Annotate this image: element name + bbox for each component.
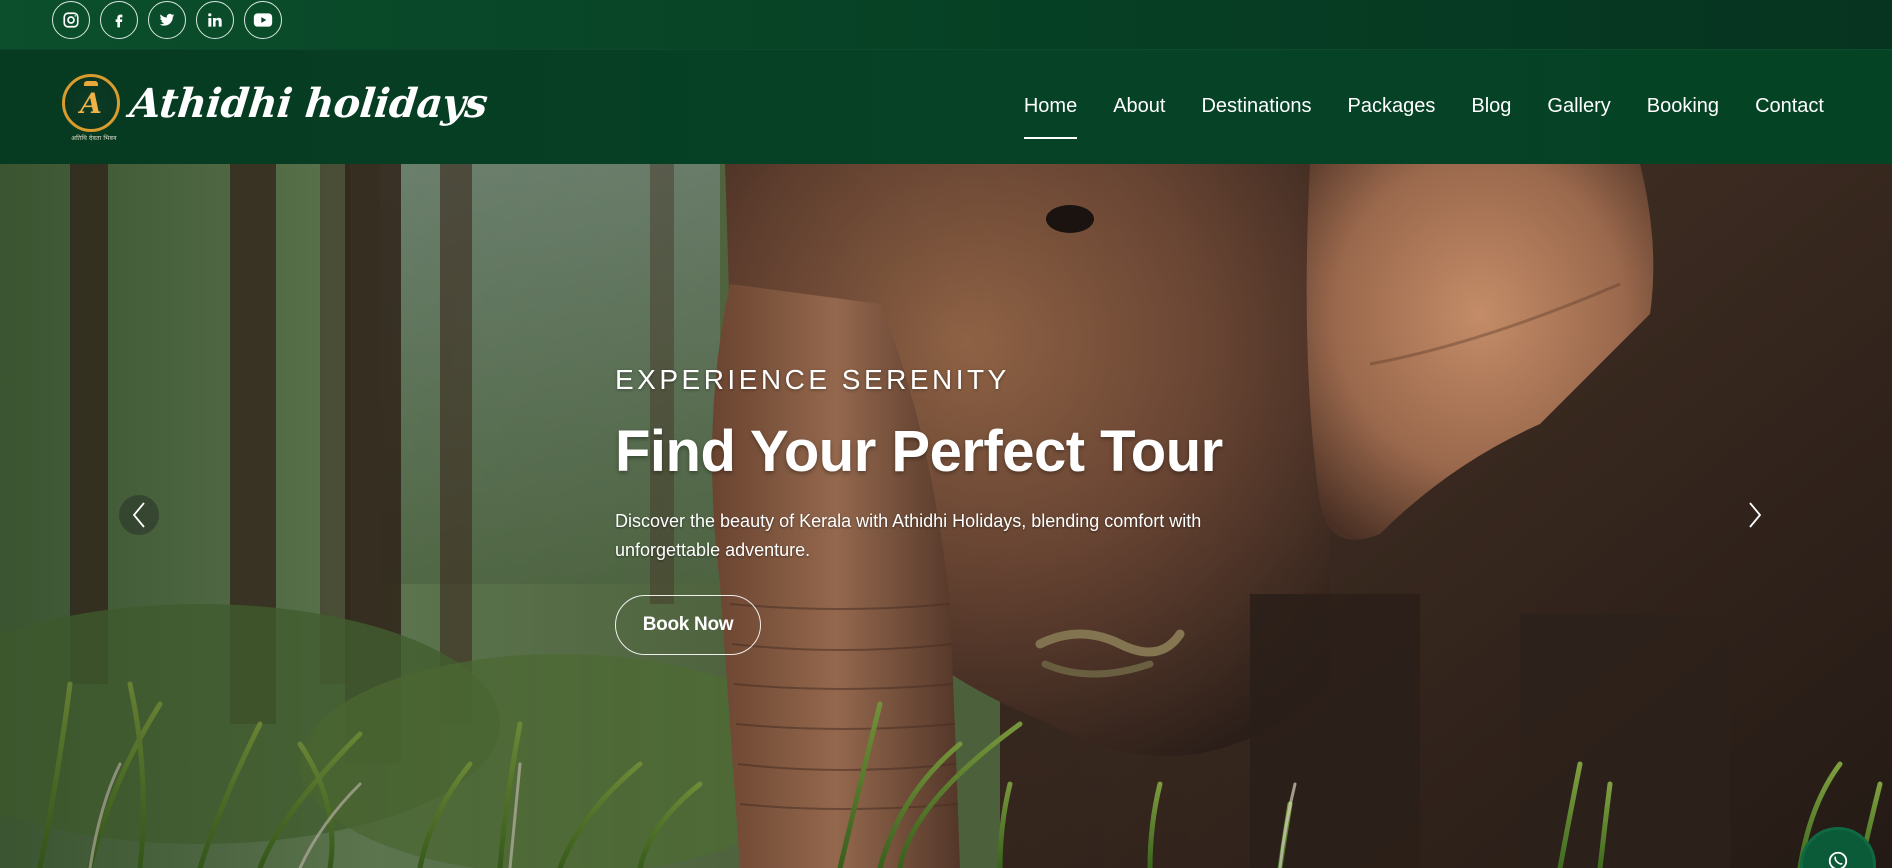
- hero-description: Discover the beauty of Kerala with Athid…: [615, 511, 1202, 560]
- nav-destinations[interactable]: Destinations: [1201, 95, 1311, 130]
- chevron-right-icon: [1749, 502, 1762, 528]
- slider-prev-button[interactable]: [119, 495, 159, 535]
- whatsapp-icon: [1828, 851, 1848, 868]
- logo-emblem-wrap: A अतिथि देवता भिवन: [62, 74, 120, 142]
- logo-emblem-letter: A: [80, 86, 102, 120]
- instagram-icon[interactable]: [52, 1, 90, 39]
- youtube-icon[interactable]: [244, 1, 282, 39]
- nav-gallery[interactable]: Gallery: [1547, 95, 1610, 130]
- nav-about[interactable]: About: [1113, 95, 1165, 130]
- facebook-icon[interactable]: [100, 1, 138, 39]
- site-header: A अतिथि देवता भिवन Athidhi holidays Home…: [0, 49, 1892, 165]
- nav-booking[interactable]: Booking: [1647, 95, 1719, 130]
- hero-slider: EXPERIENCE SERENITY Find Your Perfect To…: [0, 164, 1892, 868]
- main-nav: Home About Destinations Packages Blog Ga…: [1023, 95, 1824, 139]
- hero-eyebrow: EXPERIENCE SERENITY: [615, 364, 1010, 395]
- twitter-icon[interactable]: [148, 1, 186, 39]
- logo-tagline: अतिथि देवता भिवन: [71, 136, 117, 142]
- slider-next-button[interactable]: [1735, 495, 1775, 535]
- brand-name: Athidhi holidays: [127, 79, 490, 127]
- chevron-left-icon: [132, 502, 145, 528]
- social-bar: [0, 0, 1892, 49]
- nav-home[interactable]: Home: [1023, 95, 1078, 139]
- hero-title: Find Your Perfect Tour: [615, 419, 1223, 484]
- linkedin-icon[interactable]: [196, 1, 234, 39]
- logo-emblem: A: [62, 74, 120, 132]
- nav-packages[interactable]: Packages: [1348, 95, 1436, 130]
- nav-contact[interactable]: Contact: [1755, 95, 1824, 130]
- book-now-button[interactable]: Book Now: [615, 595, 761, 655]
- nav-blog[interactable]: Blog: [1471, 95, 1511, 130]
- site-logo[interactable]: A अतिथि देवता भिवन Athidhi holidays: [62, 74, 490, 142]
- hero-content: EXPERIENCE SERENITY Find Your Perfect To…: [615, 364, 1315, 655]
- social-links: [52, 1, 282, 39]
